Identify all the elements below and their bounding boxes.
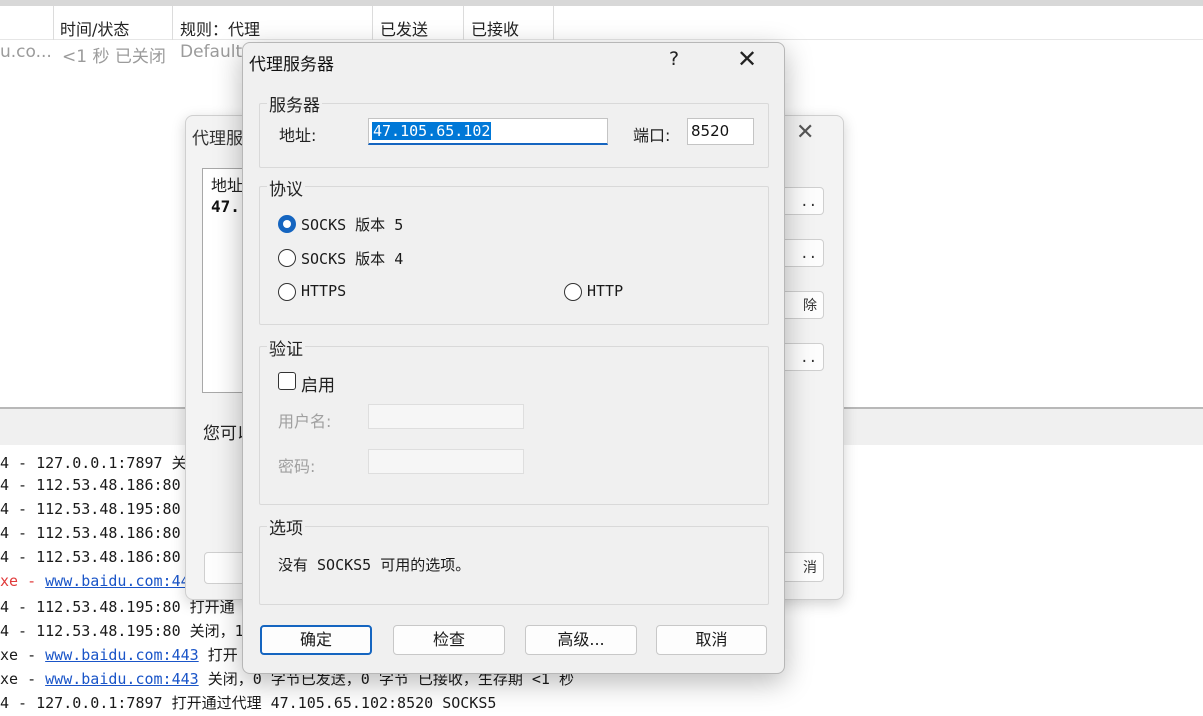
column-header-time-status[interactable]: 时间/状态 — [60, 16, 129, 40]
column-separator[interactable] — [172, 6, 173, 40]
list-item[interactable]: 47. — [211, 197, 240, 216]
log-line: xe - www.baidu.com:443 打开 — [0, 646, 238, 664]
log-link[interactable]: www.baidu.com:443 — [45, 646, 199, 664]
socks5-radio[interactable] — [278, 215, 296, 233]
dialog-title: 代理服务器 — [249, 55, 334, 75]
port-field[interactable]: 8520 — [687, 118, 754, 145]
log-line: xe - www.baidu.com:44 — [0, 572, 190, 590]
advanced-button[interactable]: 高级... — [525, 625, 637, 655]
port-value: 8520 — [691, 122, 730, 140]
socks4-label[interactable]: SOCKS 版本 4 — [301, 248, 403, 269]
options-text: 没有 SOCKS5 可用的选项。 — [278, 556, 471, 574]
log-line: 4 - 127.0.0.1:7897 关 — [0, 454, 187, 472]
column-separator[interactable] — [553, 6, 554, 40]
enable-auth-label[interactable]: 启用 — [301, 371, 335, 396]
column-header-sent[interactable]: 已发送 — [380, 16, 428, 40]
socks5-label[interactable]: SOCKS 版本 5 — [301, 214, 403, 235]
column-header-rule-proxy[interactable]: 规则：代理 — [180, 16, 260, 40]
list-header: 地址 — [211, 176, 244, 195]
column-separator[interactable] — [372, 6, 373, 40]
server-group-label: 服务器 — [267, 91, 322, 116]
log-line: 4 - 112.53.48.195:80 — [0, 500, 181, 518]
column-separator[interactable] — [53, 6, 54, 40]
http-label[interactable]: HTTP — [587, 282, 623, 300]
password-label: 密码: — [278, 457, 316, 476]
log-link[interactable]: www.baidu.com:44 — [45, 572, 190, 590]
password-field[interactable] — [368, 449, 524, 474]
http-radio[interactable] — [564, 283, 582, 301]
column-separator[interactable] — [463, 6, 464, 40]
help-icon[interactable]: ? — [669, 48, 679, 70]
log-link[interactable]: www.baidu.com:443 — [45, 670, 199, 688]
log-line: 4 - 112.53.48.195:80 关闭，1 — [0, 622, 244, 640]
log-line: 4 - 112.53.48.186:80 — [0, 476, 181, 494]
https-label[interactable]: HTTPS — [301, 282, 346, 300]
protocol-group-label: 协议 — [267, 175, 305, 200]
address-field[interactable]: 47.105.65.102 — [368, 118, 608, 145]
log-line: 4 - 112.53.48.186:80 — [0, 524, 181, 542]
dialog-title: 代理服 — [192, 129, 243, 149]
username-field[interactable] — [368, 404, 524, 429]
log-line: 4 - 127.0.0.1:7897 打开通过代理 47.105.65.102:… — [0, 694, 497, 712]
auth-group-label: 验证 — [267, 335, 305, 360]
proxy-server-dialog: 代理服务器 ? ✕ 服务器 地址: 47.105.65.102 端口: 8520… — [242, 42, 785, 674]
cancel-button[interactable]: 取消 — [656, 625, 767, 655]
row-rule: Default — [180, 42, 243, 62]
socks4-radio[interactable] — [278, 249, 296, 267]
enable-auth-checkbox[interactable] — [278, 372, 296, 390]
row-time-status: <1 秒 已关闭 — [62, 47, 166, 67]
https-radio[interactable] — [278, 283, 296, 301]
column-header-received[interactable]: 已接收 — [471, 16, 519, 40]
check-button[interactable]: 检查 — [393, 625, 505, 655]
ok-button[interactable]: 确定 — [260, 625, 372, 655]
options-group-label: 选项 — [267, 514, 305, 539]
username-label: 用户名: — [278, 412, 332, 431]
port-label: 端口: — [633, 126, 671, 145]
connections-table-header: 时间/状态 规则：代理 已发送 已接收 — [0, 0, 1203, 40]
row-app-name: u.co... — [0, 42, 52, 62]
close-icon[interactable]: ✕ — [796, 120, 814, 145]
log-line: 4 - 112.53.48.186:80 — [0, 548, 181, 566]
address-label: 地址: — [279, 126, 317, 145]
close-icon[interactable]: ✕ — [737, 45, 757, 73]
address-value: 47.105.65.102 — [372, 122, 492, 140]
